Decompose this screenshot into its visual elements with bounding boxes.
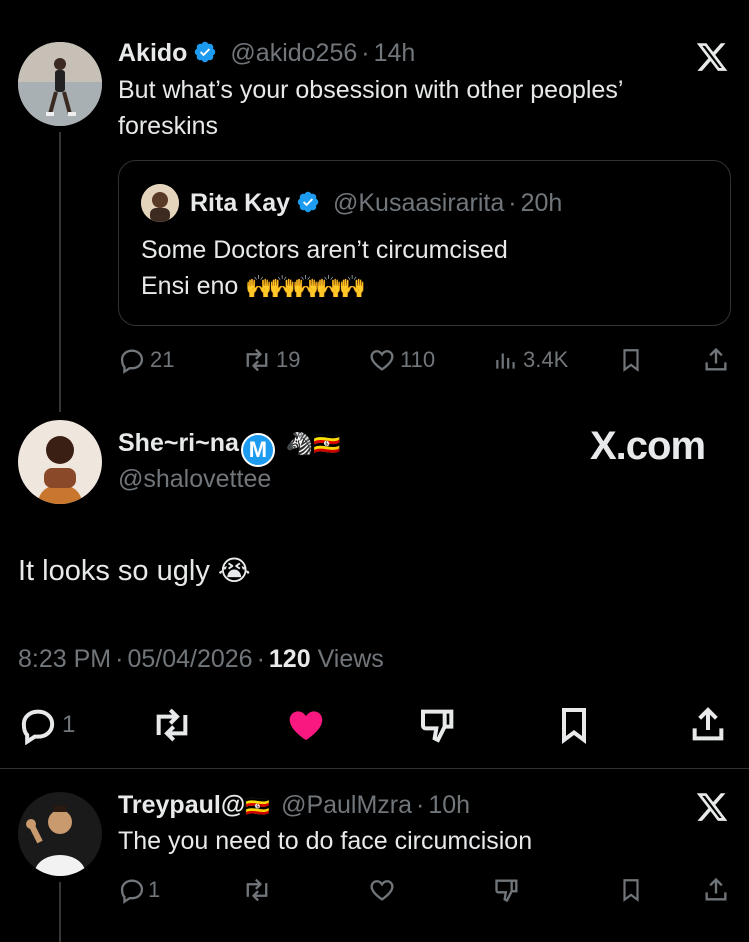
tweet3-author-name[interactable]: Treypaul@ [118,791,245,819]
share-icon [705,877,727,901]
tweet3-repost-button[interactable] [242,876,272,904]
quote-text-line1: Some Doctors aren’t circumcised [141,236,508,264]
like-count: 110 [400,347,436,372]
tweet3-header: Treypaul@🇺🇬 @PaulMzra · 10h [118,790,470,822]
separator-dot: · [361,39,370,67]
x-logo-icon [696,43,728,71]
heart-icon [370,880,394,901]
separator-dot: · [508,189,517,217]
separator-dot: · [416,791,425,819]
views-icon [496,353,515,369]
quote-text-ensi: Ensi eno [141,272,239,300]
reply-button[interactable]: 21 [118,346,174,374]
zebra-flag-emoji: 🦓🇺🇬 [285,431,341,456]
thread-line [59,132,61,412]
reply-icon [120,349,144,374]
tweet3-text: The you need to do face circumcision [118,827,533,855]
main-author-name[interactable]: She~ri~na [118,429,239,457]
main-time[interactable]: 8:23 PM [18,645,111,673]
tweet3-bookmark-button[interactable] [618,876,644,904]
main-repost-button[interactable] [150,705,194,750]
main-tweet-header: She~ri~na M 🦓🇺🇬 [118,428,341,467]
separator-dot: · [115,645,124,673]
main-dislike-button[interactable] [418,705,458,750]
verified-badge-icon [195,41,216,63]
main-views-count: 120 [268,645,311,673]
repost-icon [246,878,268,902]
reply-icon [21,709,55,745]
m-badge-icon: M [240,433,275,467]
quote-time[interactable]: 20h [521,189,563,217]
crying-face-emoji: 😭 [217,555,251,586]
uganda-flag-emoji: 🇺🇬 [245,796,271,818]
tweet3-reply-button[interactable]: 1 [118,876,160,904]
thread-line [59,882,61,942]
tweet1-text: But what’s your obsession with other peo… [118,76,623,140]
quote-header: Rita Kay @Kusaasirarita · 20h [190,188,562,218]
reply-icon [120,879,144,904]
verified-badge-icon [297,191,319,213]
main-reply-button[interactable]: 1 [18,705,75,745]
share-icon [705,347,727,371]
reply-count: 21 [150,347,175,372]
main-reply-count: 1 [62,711,76,738]
main-date[interactable]: 05/04/2026 [127,645,252,673]
share-icon [692,707,724,741]
heart-icon [370,350,394,371]
main-tweet-text: It looks so ugly 😭 [18,552,251,590]
quote-author-name[interactable]: Rita Kay [190,189,290,217]
thumbs-down-icon [495,879,518,903]
repost-icon [156,708,188,742]
tweet3-dislike-button[interactable] [493,876,521,904]
main-like-button[interactable] [284,705,328,750]
main-views-label: Views [317,645,384,673]
views-button[interactable]: 3.4K [493,346,568,374]
tweet1-time[interactable]: 14h [374,39,416,67]
repost-icon [246,348,268,372]
separator-dot: · [256,645,265,673]
bookmark-button[interactable] [618,346,644,374]
avatar-treypaul[interactable] [18,792,102,876]
share-button[interactable] [702,346,730,374]
main-share-button[interactable] [688,705,728,750]
tweet3-reply-count: 1 [148,877,161,902]
avatar-rita-kay[interactable] [141,184,179,222]
tweet1-author-name[interactable]: Akido [118,39,187,67]
divider [0,768,749,769]
main-author-handle[interactable]: @shalovettee [118,464,271,494]
repost-count: 19 [276,347,301,372]
avatar-akido[interactable] [18,42,102,126]
tweet3-like-button[interactable] [368,876,396,904]
tweet3-time[interactable]: 10h [428,791,470,819]
main-bookmark-button[interactable] [554,705,594,750]
heart-filled-icon [289,711,323,740]
views-count: 3.4K [523,347,569,372]
tweet1-handle[interactable]: @akido256 [230,39,357,67]
main-tweet-meta: 8:23 PM · 05/04/2026 · 120 Views [18,644,384,674]
tweet3-share-button[interactable] [702,876,730,904]
quote-text-line2: Ensi eno 🙌🙌🙌🙌🙌 [141,268,366,305]
avatar-sherina[interactable] [18,420,102,504]
thumbs-down-icon [421,709,454,743]
like-button[interactable]: 110 [368,346,435,374]
tweet3-handle[interactable]: @PaulMzra [281,791,412,819]
raising-hands-emoji: 🙌🙌🙌🙌🙌 [245,274,366,299]
quote-handle[interactable]: @Kusaasirarita [333,189,504,217]
bookmark-icon [562,708,586,744]
bookmark-icon [623,879,639,902]
x-com-brand: X.com [590,424,706,468]
repost-button[interactable]: 19 [242,346,300,374]
tweet1-header: Akido @akido256 · 14h [118,38,415,68]
main-text: It looks so ugly [18,555,210,587]
bookmark-icon [623,349,639,372]
x-logo-icon [696,793,728,821]
